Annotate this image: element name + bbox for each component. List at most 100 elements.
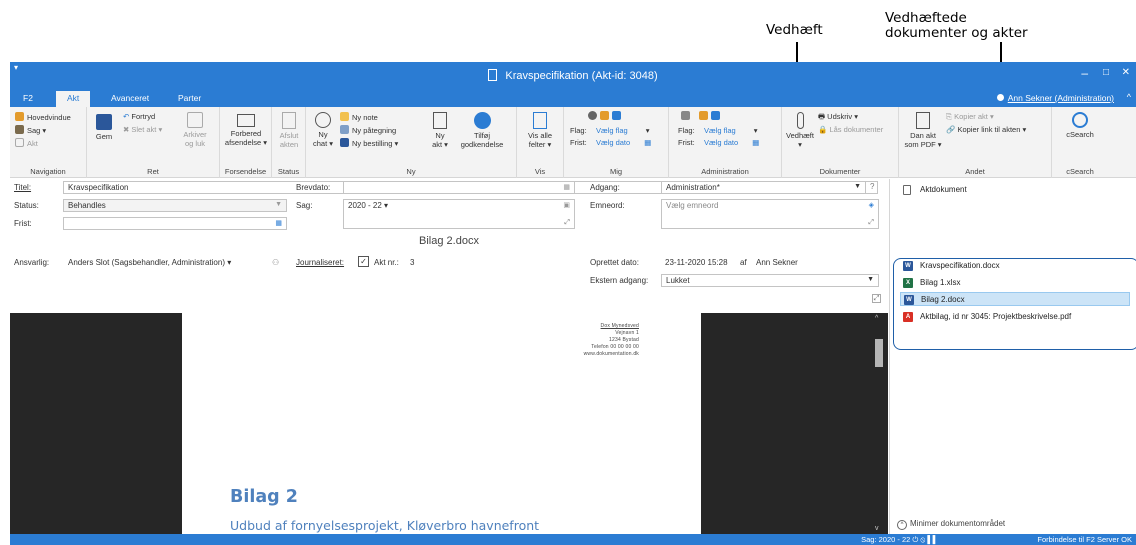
calendar-icon[interactable]: ▦: [563, 183, 570, 191]
group-ret: Gem ↶ Fortryd ✖ Slet akt ▾ Arkiver og luk…: [87, 107, 220, 178]
tab-parter[interactable]: Parter: [178, 93, 201, 103]
list-item[interactable]: W Kravspecifikation.docx: [900, 259, 1130, 273]
pdf-icon: [916, 112, 930, 129]
help-icon[interactable]: ?: [870, 182, 874, 191]
printer-icon: 🖶: [818, 112, 828, 121]
minimize-button[interactable]: –: [1081, 66, 1088, 80]
scroll-down-icon[interactable]: v: [875, 525, 879, 532]
archive-button[interactable]: Arkiver og luk: [180, 112, 210, 148]
pdf-icon: A: [903, 312, 913, 322]
user-link[interactable]: Ann Sekner (Administration): [996, 93, 1114, 103]
document-heading: Bilag 2: [230, 487, 298, 507]
lock-documents-button[interactable]: 🔒 Lås dokumenter: [818, 125, 883, 134]
expand-icon[interactable]: ⤢: [564, 219, 570, 227]
calendar-icon[interactable]: ▦: [275, 219, 282, 227]
add-approval-button[interactable]: Tilføj godkendelse: [458, 112, 506, 149]
show-all-fields-button[interactable]: Vis alle felter ▾: [520, 112, 560, 149]
copy-akt-button[interactable]: ⎘ Kopier akt ▾: [946, 112, 994, 121]
document-icon: [903, 185, 911, 195]
letter-date-input[interactable]: ▦: [343, 181, 575, 194]
external-access-select[interactable]: Lukket ▼: [661, 274, 879, 287]
mig-deadline-select[interactable]: Vælg dato ▦: [596, 138, 651, 147]
tab-f2[interactable]: F2: [23, 93, 33, 103]
close-button[interactable]: ✕: [1122, 67, 1130, 78]
calendar-icon: [612, 111, 621, 120]
prepare-dispatch-button[interactable]: Forbered afsendelse ▾: [222, 114, 270, 147]
minimize-documents-button[interactable]: ^ Minimer dokumentområdet: [897, 519, 1005, 530]
preview-filename: Bilag 2.docx: [419, 235, 479, 247]
print-button[interactable]: 🖶 Udskriv ▾: [818, 112, 858, 121]
attach-button[interactable]: Vedhæft ▾: [785, 112, 815, 149]
list-item[interactable]: A Aktbilag, id nr 3045: Projektbeskrivels…: [900, 310, 1130, 324]
scroll-up-icon[interactable]: ^: [875, 315, 878, 322]
annotation-attached-line2: dokumenter og akter: [885, 25, 1028, 41]
status-bar: Sag: 2020 - 22 ⏻ ⦸ ▌▌ Forbindelse til F2…: [10, 534, 1136, 545]
group-ny: Ny chat ▾ Ny note Ny påtegning Ny bestill…: [306, 107, 517, 178]
csearch-button[interactable]: cSearch: [1058, 112, 1102, 139]
case-icon[interactable]: ▣: [563, 201, 570, 209]
admin-flag-label: Flag:: [678, 126, 695, 135]
journalized-checkbox[interactable]: ✓: [358, 256, 369, 267]
envelope-icon: [237, 114, 255, 127]
admin-icons: [681, 111, 723, 121]
maximize-button[interactable]: □: [1103, 67, 1109, 78]
preview-scrollbar[interactable]: ^ v: [872, 313, 886, 534]
word-icon: W: [904, 295, 914, 305]
new-note-button[interactable]: Ny note: [340, 112, 378, 122]
undo-button[interactable]: ↶ Fortryd: [123, 112, 155, 121]
delete-akt-button[interactable]: ✖ Slet akt ▾: [123, 125, 162, 134]
responsible-select[interactable]: Anders Slot (Sagsbehandler, Administrati…: [63, 256, 263, 269]
keywords-field[interactable]: Vælg emneord ◈ ⤢: [661, 199, 879, 229]
mig-icons: [588, 111, 624, 121]
document-preview[interactable]: Dox Mynedsved Vejnavn 1 1234 Bystad Tele…: [10, 313, 888, 534]
mig-flag-select[interactable]: Vælg flag ▾: [596, 126, 649, 135]
window-title: Kravspecifikation (Akt-id: 3048): [10, 69, 1136, 82]
flag-icon: [600, 111, 609, 120]
admin-flag-select[interactable]: Vælg flag ▾: [704, 126, 757, 135]
title-label: Titel:: [14, 183, 32, 192]
group-label: Mig: [609, 167, 623, 176]
copy-link-button[interactable]: 🔗 Kopier link til akten ▾: [946, 125, 1026, 134]
tab-avanceret[interactable]: Avanceret: [111, 93, 149, 103]
list-item[interactable]: X Bilag 1.xlsx: [900, 276, 1130, 290]
list-item[interactable]: W Bilag 2.docx: [900, 292, 1130, 306]
created-by-value: Ann Sekner: [756, 258, 798, 267]
sag-button[interactable]: Sag ▾: [15, 125, 46, 135]
collapse-ribbon-icon[interactable]: ^: [1127, 92, 1131, 102]
expand-icon[interactable]: ⤢: [868, 219, 874, 227]
status-case[interactable]: Sag: 2020 - 22 ⏻ ⦸ ▌▌: [861, 535, 938, 545]
users-icon[interactable]: ⚇: [272, 258, 279, 267]
access-select[interactable]: Administration* ▼: [661, 181, 866, 194]
person-icon: [588, 111, 597, 120]
admin-deadline-select[interactable]: Vælg dato ▦: [704, 138, 759, 147]
created-date-label: Oprettet dato:: [590, 258, 639, 267]
group-label: Dokumenter: [819, 167, 861, 176]
hovedvindue-button[interactable]: Hovedvindue: [15, 112, 71, 122]
tab-akt[interactable]: Akt: [56, 91, 91, 107]
case-select[interactable]: 2020 - 22 ▾ ▣ ⤢: [343, 199, 575, 229]
chevron-up-icon: ^: [897, 520, 907, 530]
new-endorsement-button[interactable]: Ny påtegning: [340, 125, 396, 135]
new-akt-button[interactable]: Ny akt ▾: [428, 112, 452, 149]
finish-akt-button[interactable]: Afslut akten: [275, 112, 303, 149]
new-order-button[interactable]: Ny bestilling ▾: [340, 138, 398, 148]
finish-icon: [282, 112, 296, 129]
create-pdf-button[interactable]: Dan akt som PDF ▾: [904, 112, 942, 149]
new-chat-button[interactable]: Ny chat ▾: [312, 112, 334, 148]
admin-deadline-label: Frist:: [678, 138, 695, 147]
group-status: Afslut akten Status: [272, 107, 306, 178]
title-bar: ▾ Kravspecifikation (Akt-id: 3048) – □ ✕: [10, 62, 1136, 90]
deadline-field[interactable]: ▦: [63, 217, 287, 230]
save-button[interactable]: Gem: [93, 114, 115, 141]
akt-button[interactable]: Akt: [15, 138, 38, 148]
flag-icon: [699, 111, 708, 120]
expand-preview-icon[interactable]: ⤢: [872, 294, 881, 303]
list-item[interactable]: Aktdokument: [900, 183, 1130, 197]
ribbon: Hovedvindue Sag ▾ Akt Navigation Gem ↶ F…: [10, 107, 1136, 178]
tag-icon[interactable]: ◈: [869, 201, 874, 209]
group-csearch: cSearch cSearch: [1052, 107, 1108, 178]
word-icon: W: [903, 261, 913, 271]
excel-icon: X: [903, 278, 913, 288]
status-select[interactable]: Behandles ▼: [63, 199, 287, 212]
scrollbar-thumb[interactable]: [875, 339, 883, 367]
